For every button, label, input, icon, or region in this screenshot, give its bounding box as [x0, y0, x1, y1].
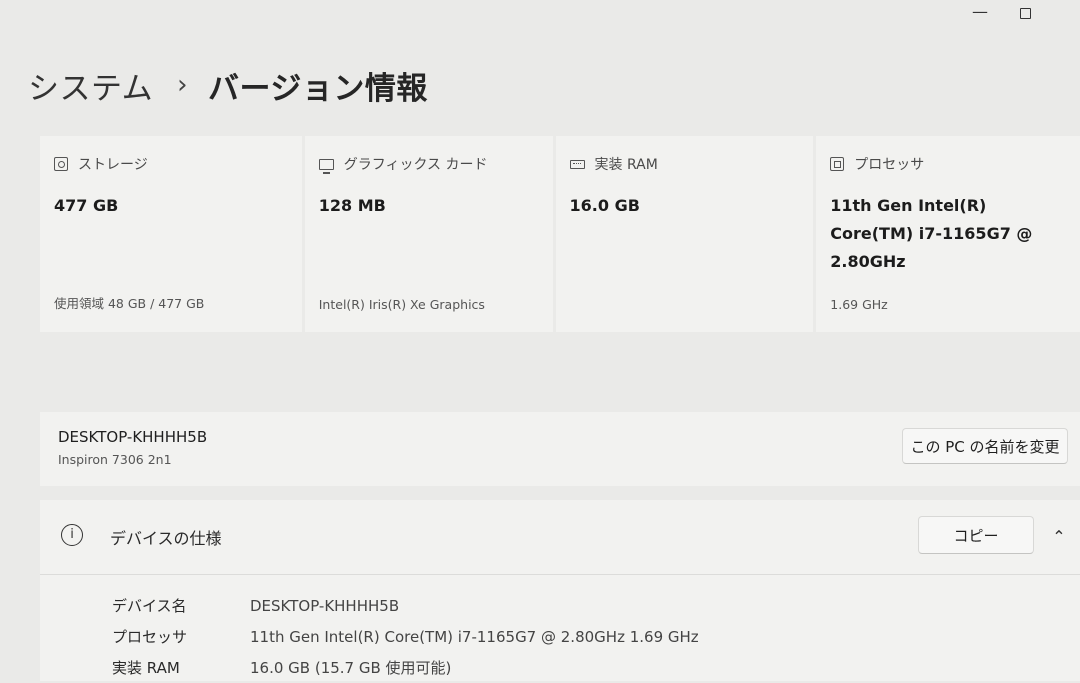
processor-title: プロセッサ	[854, 157, 925, 173]
spec-row: 実装 RAM 16.0 GB (15.7 GB 使用可能)	[112, 652, 699, 683]
spec-row: デバイス名 DESKTOP-KHHHH5B	[112, 590, 699, 621]
spec-value: 16.0 GB (15.7 GB 使用可能)	[250, 659, 452, 677]
page-title: バージョン情報	[207, 70, 428, 107]
ram-card[interactable]: 実装 RAM 16.0 GB	[555, 136, 814, 332]
ram-value: 16.0 GB	[569, 196, 640, 215]
copy-button[interactable]: コピー	[918, 516, 1034, 554]
storage-title: ストレージ	[78, 157, 148, 173]
spec-label: 実装 RAM	[112, 659, 180, 677]
spec-label: プロセッサ	[112, 628, 188, 646]
rename-pc-button[interactable]: この PC の名前を変更	[902, 428, 1068, 464]
processor-value: 11th Gen Intel(R) Core(TM) i7-1165G7 @ 2…	[830, 192, 1066, 276]
processor-value-line: 2.80GHz	[830, 252, 906, 271]
breadcrumb-system-link[interactable]: システム	[28, 63, 153, 108]
ram-title: 実装 RAM	[594, 157, 658, 173]
minimize-button[interactable]: —	[962, 2, 998, 26]
processor-value-line: Core(TM) i7-1165G7 @	[830, 224, 1033, 243]
hardware-summary: ストレージ 477 GB 使用領域 48 GB / 477 GB グラフィックス…	[40, 136, 1080, 332]
info-icon: i	[61, 524, 83, 546]
maximize-button[interactable]	[1008, 2, 1044, 26]
storage-value: 477 GB	[54, 196, 119, 215]
storage-usage: 使用領域 48 GB / 477 GB	[54, 296, 205, 311]
storage-card[interactable]: ストレージ 477 GB 使用領域 48 GB / 477 GB	[40, 136, 302, 332]
processor-value-line: 11th Gen Intel(R)	[830, 196, 987, 215]
breadcrumb: システム › バージョン情報	[28, 58, 428, 112]
window-controls: —	[960, 0, 1080, 28]
processor-speed: 1.69 GHz	[830, 297, 888, 312]
device-specs-list: デバイス名 DESKTOP-KHHHH5B プロセッサ 11th Gen Int…	[112, 590, 699, 683]
ram-icon	[569, 159, 585, 169]
storage-icon	[54, 157, 68, 171]
device-specs-title: デバイスの仕様	[110, 529, 222, 548]
spec-row: プロセッサ 11th Gen Intel(R) Core(TM) i7-1165…	[112, 621, 699, 652]
device-specs-header[interactable]: i デバイスの仕様 コピー ⌃	[40, 500, 1080, 575]
chevron-up-icon[interactable]: ⌃	[1046, 524, 1072, 550]
processor-card[interactable]: プロセッサ 11th Gen Intel(R) Core(TM) i7-1165…	[816, 136, 1080, 332]
spec-value: 11th Gen Intel(R) Core(TM) i7-1165G7 @ 2…	[250, 627, 699, 646]
device-name-card: DESKTOP-KHHHH5B Inspiron 7306 2n1 この PC …	[40, 412, 1080, 486]
graphics-model: Intel(R) Iris(R) Xe Graphics	[318, 297, 485, 312]
spec-value: DESKTOP-KHHHH5B	[250, 596, 400, 615]
graphics-value: 128 MB	[318, 196, 386, 215]
graphics-title: グラフィックス カード	[343, 157, 488, 173]
chevron-right-icon: ›	[177, 70, 188, 100]
device-specs-panel: i デバイスの仕様 コピー ⌃ デバイス名 DESKTOP-KHHHH5B プロ…	[40, 500, 1080, 681]
spec-label: デバイス名	[112, 597, 187, 615]
graphics-card-icon	[318, 158, 334, 174]
device-name: DESKTOP-KHHHH5B	[58, 428, 208, 446]
graphics-card[interactable]: グラフィックス カード 128 MB Intel(R) Iris(R) Xe G…	[304, 136, 553, 332]
processor-icon	[830, 157, 845, 171]
device-model: Inspiron 7306 2n1	[58, 452, 172, 467]
